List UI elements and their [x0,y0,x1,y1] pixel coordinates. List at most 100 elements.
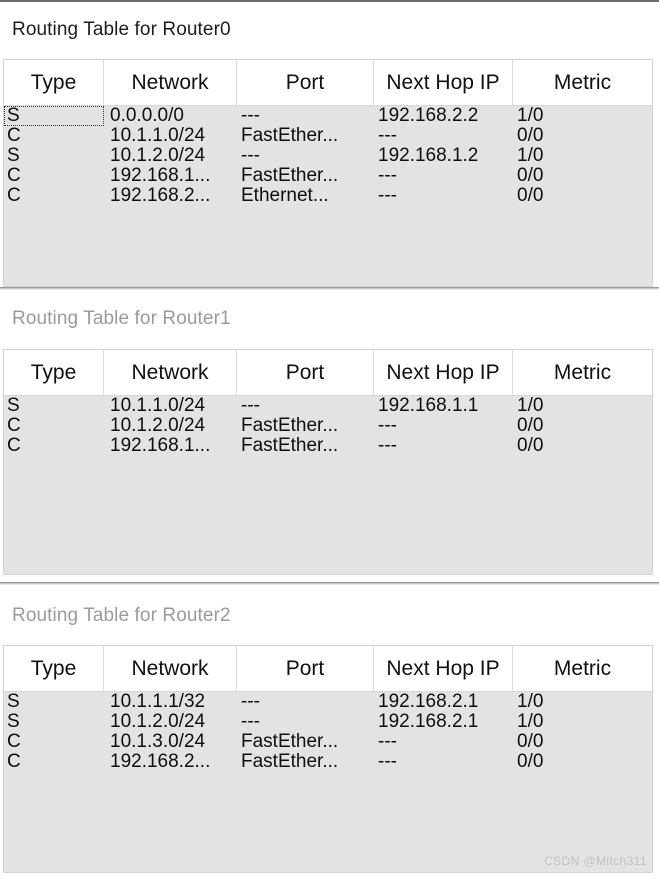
column-header-network[interactable]: Network [104,60,237,105]
table-row[interactable]: C 192.168.2... FastEther... --- 0/0 [4,752,652,772]
cell-type: S [7,692,20,712]
column-header-type[interactable]: Type [4,646,104,691]
column-header-port[interactable]: Port [237,60,374,105]
cell-next-hop-ip: --- [378,436,397,456]
cell-network: 10.1.1.0/24 [110,126,206,146]
cell-next-hop-ip: 192.168.2.1 [378,712,479,732]
cell-metric: 0/0 [517,732,544,752]
cell-port: FastEther... [241,752,339,772]
cell-port: --- [241,146,260,166]
column-header-label: Metric [553,360,612,384]
routing-table-panel: Routing Table for Router1 Type Network P… [0,293,659,582]
cell-metric: 0/0 [517,752,544,772]
cell-network: 10.1.2.0/24 [110,146,206,166]
grid-header-row: Type Network Port Next Hop IP Metric [4,646,652,692]
column-header-next-hop-ip[interactable]: Next Hop IP [374,60,513,105]
cell-metric: 0/0 [517,186,544,206]
routing-table-grid[interactable]: Type Network Port Next Hop IP Metric S 10… [3,349,653,575]
cell-network: 192.168.1... [110,166,211,186]
routing-table-grid[interactable]: Type Network Port Next Hop IP Metric S 10… [3,645,653,873]
grid-body: S 10.1.1.0/24 --- 192.168.1.1 1/0 C 10.1.2.0/2… [4,396,652,456]
grid-body: S 10.1.1.1/32 --- 192.168.2.1 1/0 S 10.1.2.0/2… [4,692,652,772]
table-row[interactable]: C 192.168.1... FastEther... --- 0/0 [4,436,652,456]
column-header-metric[interactable]: Metric [513,60,652,105]
column-header-label: Next Hop IP [386,360,500,384]
cell-network: 10.1.2.0/24 [110,416,206,436]
column-header-network[interactable]: Network [104,350,237,395]
cell-port: --- [241,396,260,416]
column-header-label: Port [285,70,325,94]
cell-metric: 0/0 [517,166,544,186]
cell-type: C [7,732,21,752]
cell-network: 192.168.2... [110,752,211,772]
column-header-label: Network [131,656,209,680]
cell-metric: 1/0 [517,712,544,732]
cell-type: C [7,436,21,456]
cell-type: C [7,166,21,186]
routing-table-grid[interactable]: Type Network Port Next Hop IP Metric S 0.… [3,59,653,287]
cell-port: --- [241,712,260,732]
panel-title: Routing Table for Router0 [12,19,231,40]
column-header-metric[interactable]: Metric [513,350,652,395]
table-row[interactable]: C 10.1.1.0/24 FastEther... --- 0/0 [4,126,652,146]
table-row[interactable]: C 192.168.2... Ethernet... --- 0/0 [4,186,652,206]
column-header-label: Port [285,360,325,384]
cell-port: FastEther... [241,416,339,436]
cell-metric: 0/0 [517,416,544,436]
cell-type: C [7,186,21,206]
column-header-port[interactable]: Port [237,350,374,395]
cell-port: --- [241,692,260,712]
column-header-metric[interactable]: Metric [513,646,652,691]
cell-next-hop-ip: --- [378,186,397,206]
table-row[interactable]: S 10.1.1.1/32 --- 192.168.2.1 1/0 [4,692,652,712]
cell-next-hop-ip: --- [378,166,397,186]
cell-metric: 0/0 [517,126,544,146]
cell-type: S [7,396,20,416]
cell-metric: 1/0 [517,106,544,126]
table-row[interactable]: S 0.0.0.0/0 --- 192.168.2.2 1/0 [4,106,652,126]
column-header-next-hop-ip[interactable]: Next Hop IP [374,350,513,395]
cell-network: 10.1.1.0/24 [110,396,206,416]
cell-next-hop-ip: 192.168.2.2 [378,106,479,126]
cell-type: C [7,416,21,436]
cell-next-hop-ip: --- [378,732,397,752]
grid-header-row: Type Network Port Next Hop IP Metric [4,350,652,396]
cell-metric: 1/0 [517,692,544,712]
table-row[interactable]: S 10.1.2.0/24 --- 192.168.1.2 1/0 [4,146,652,166]
cell-network: 10.1.1.1/32 [110,692,206,712]
column-header-type[interactable]: Type [4,60,104,105]
cell-next-hop-ip: 192.168.1.1 [378,396,479,416]
column-header-type[interactable]: Type [4,350,104,395]
cell-type: S [7,712,20,732]
column-header-next-hop-ip[interactable]: Next Hop IP [374,646,513,691]
panel-divider [0,287,659,290]
grid-body: S 0.0.0.0/0 --- 192.168.2.2 1/0 C 10.1.1.0/24 F… [4,106,652,206]
table-row[interactable]: C 10.1.2.0/24 FastEther... --- 0/0 [4,416,652,436]
column-header-label: Type [30,360,77,384]
cell-metric: 1/0 [517,146,544,166]
cell-type: S [4,106,104,126]
cell-network: 192.168.1... [110,436,211,456]
table-row[interactable]: C 10.1.3.0/24 FastEther... --- 0/0 [4,732,652,752]
column-header-label: Next Hop IP [386,70,500,94]
cell-next-hop-ip: 192.168.2.1 [378,692,479,712]
routing-table-panel: Routing Table for Router2 Type Network P… [0,587,659,878]
table-row[interactable]: S 10.1.1.0/24 --- 192.168.1.1 1/0 [4,396,652,416]
screen-root: Routing Table for Router0 Type Network P… [0,0,659,878]
column-header-label: Metric [553,656,612,680]
table-row[interactable]: S 10.1.2.0/24 --- 192.168.2.1 1/0 [4,712,652,732]
panel-divider [0,582,659,585]
cell-next-hop-ip: --- [378,126,397,146]
cell-port: --- [241,106,260,126]
cell-port: FastEther... [241,732,339,752]
column-header-network[interactable]: Network [104,646,237,691]
watermark: CSDN @Mitch311 [544,854,647,868]
column-header-label: Network [131,360,209,384]
table-row[interactable]: C 192.168.1... FastEther... --- 0/0 [4,166,652,186]
cell-metric: 1/0 [517,396,544,416]
cell-network: 0.0.0.0/0 [110,106,184,126]
column-header-port[interactable]: Port [237,646,374,691]
cell-type: S [7,146,20,166]
cell-port: FastEther... [241,126,339,146]
cell-port: FastEther... [241,436,339,456]
